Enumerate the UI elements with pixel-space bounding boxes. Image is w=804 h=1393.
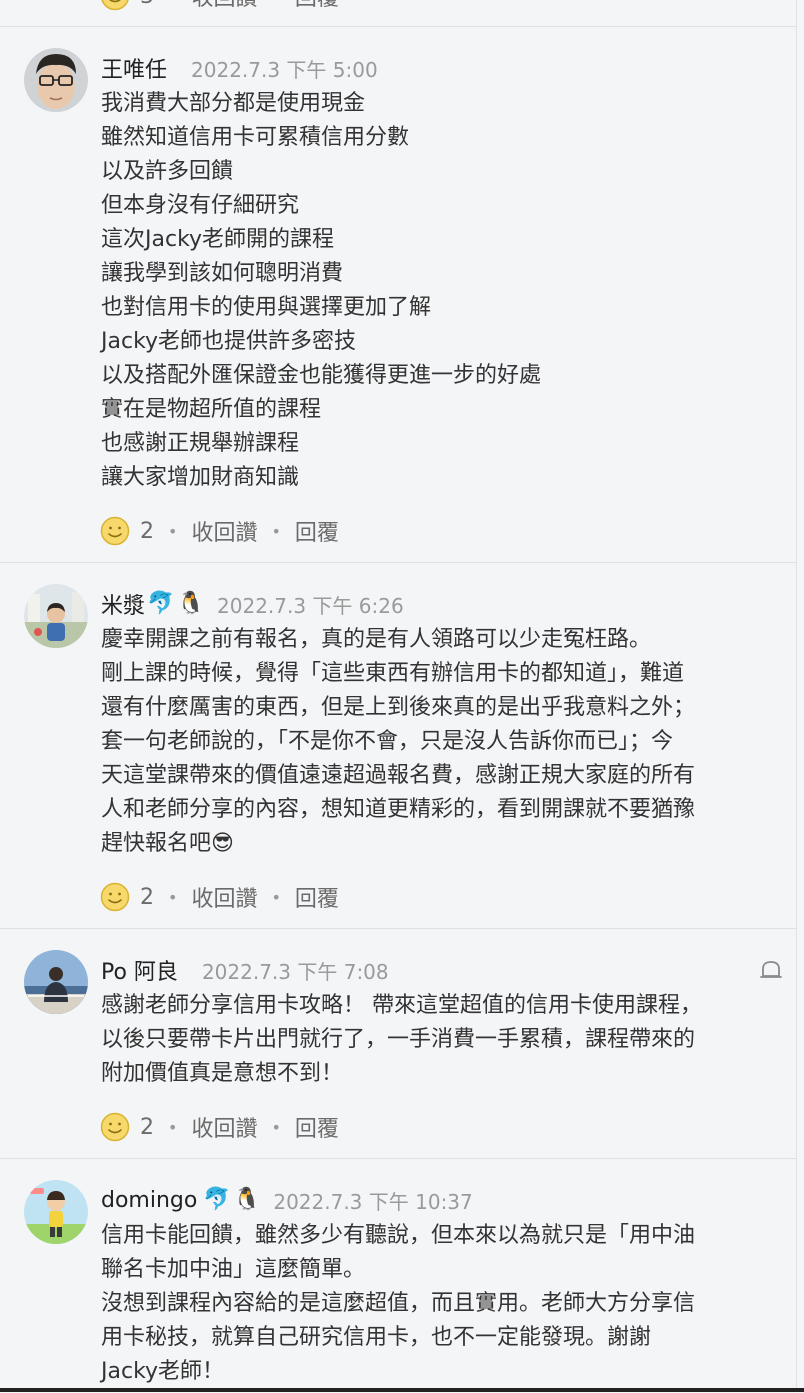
avatar[interactable] xyxy=(24,584,88,648)
separator-dot: • xyxy=(168,887,178,907)
separator-dot: • xyxy=(271,0,280,6)
comment-line: 剛上課的時候，覺得「這些東西有辦信用卡的都知道」，難道 xyxy=(101,661,685,686)
comment-body: 我消費大部分都是使用現金 雖然知道信用卡可累積信用分數 以及許多回饋 但本身沒有… xyxy=(101,87,761,495)
comment-item: Po 阿良 2022.7.3 下午 7:08 感謝老師分享信用卡攻略！ 帶來這堂… xyxy=(0,928,796,1159)
separator-dot: • xyxy=(168,1117,178,1137)
unlike-button[interactable]: 收回讚 xyxy=(191,1111,257,1143)
comment-line: 還有什麼厲害的東西，但是上到後來真的是出乎我意料之外； xyxy=(101,695,696,720)
comment-line: 用卡秘技，就算自己研究信用卡，也不一定能發現。謝謝 xyxy=(101,1325,652,1350)
comment-body: 慶幸開課之前有報名，真的是有人領路可以少走冤枉路。 剛上課的時候，覺得「這些東西… xyxy=(101,623,761,861)
author-name[interactable]: Po 阿良 xyxy=(101,954,178,986)
unlike-button[interactable]: 收回讚 xyxy=(191,881,257,913)
smiley-icon[interactable] xyxy=(100,516,130,546)
comment-actions: 2 • 收回讚 • 回覆 xyxy=(100,1111,339,1143)
comment-line: 但本身沒有仔細研究 xyxy=(101,193,300,218)
comment-line: 信用卡能回饋，雖然多少有聽說，但本來以為就只是「用中油 xyxy=(101,1223,696,1248)
separator-dot: • xyxy=(271,1117,281,1137)
reply-button[interactable]: 回覆 xyxy=(295,1111,339,1143)
comment-body: 感謝老師分享信用卡攻略！ 帶來這堂超值的信用卡使用課程， 以後只要帶卡片出門就行… xyxy=(101,989,761,1091)
author-name[interactable]: domingo xyxy=(101,1188,197,1213)
comment-line: 讓我學到該如何聰明消費 xyxy=(101,261,344,286)
smiley-icon[interactable] xyxy=(100,0,130,11)
penguin-badge-icon: 🐧 xyxy=(177,591,205,616)
like-count: 2 xyxy=(140,518,154,544)
like-count: 3 xyxy=(140,0,154,9)
reply-button[interactable]: 回覆 xyxy=(295,515,339,547)
dolphin-badge-icon: 🐬 xyxy=(203,1187,231,1212)
comment-line: 聯名卡加中油」這麼簡單。 xyxy=(101,1257,366,1282)
comment-line: 以後只要帶卡片出門就行了，一手消費一手累積，課程帶來的 xyxy=(101,1027,696,1052)
smiley-icon[interactable] xyxy=(100,882,130,912)
comment-line: 雖然知道信用卡可累積信用分數 xyxy=(101,125,410,150)
unlike-button[interactable]: 收回讚 xyxy=(191,515,257,547)
comment-line: 實在是物超所值的課程 xyxy=(101,397,322,422)
penguin-badge-icon: 🐧 xyxy=(233,1187,261,1212)
comment-line: 也對信用卡的使用與選擇更加了解 xyxy=(101,295,432,320)
comment-actions: 2 • 收回讚 • 回覆 xyxy=(100,515,339,547)
comment-line: 人和老師分享的內容，想知道更精彩的，看到開課就不要猶豫 xyxy=(101,797,696,822)
timestamp: 2022.7.3 下午 5:00 xyxy=(191,57,378,82)
comment-line: 趕快報名吧😎 xyxy=(101,831,234,856)
comment-item: 王唯任 2022.7.3 下午 5:00 我消費大部分都是使用現金 雖然知道信用… xyxy=(0,26,796,563)
author-name[interactable]: 王唯任 xyxy=(101,52,167,84)
comment-line: 以及搭配外匯保證金也能獲得更進一步的好處 xyxy=(101,363,542,388)
comment-header: 米漿 🐬 🐧 2022.7.3 下午 6:26 xyxy=(101,589,404,619)
comment-line: Jacky老師也提供許多密技 xyxy=(101,329,357,354)
bell-icon[interactable] xyxy=(758,957,784,983)
comment-line: 以及許多回饋 xyxy=(101,159,234,184)
comment-line: 套一句老師說的，「不是你不會，只是沒人告訴你而已」；今 xyxy=(101,729,674,754)
comment-body: 信用卡能回饋，雖然多少有聽說，但本來以為就只是「用中油 聯名卡加中油」這麼簡單。… xyxy=(101,1219,761,1389)
unlike-button[interactable]: 收回讚 xyxy=(191,0,257,12)
timestamp: 2022.7.3 下午 6:26 xyxy=(217,593,404,618)
comment-item: 米漿 🐬 🐧 2022.7.3 下午 6:26 慶幸開課之前有報名，真的是有人領… xyxy=(0,562,796,929)
separator-dot: • xyxy=(271,887,281,907)
bottom-edge-bar xyxy=(0,1388,804,1392)
comment-line: Jacky老師！ xyxy=(101,1359,225,1384)
comment-header: domingo 🐬 🐧 2022.7.3 下午 10:37 xyxy=(101,1185,473,1215)
dolphin-badge-icon: 🐬 xyxy=(147,591,175,616)
avatar[interactable] xyxy=(24,950,88,1014)
smiley-icon[interactable] xyxy=(100,1112,130,1142)
comment-line: 我消費大部分都是使用現金 xyxy=(101,91,366,116)
comment-item: domingo 🐬 🐧 2022.7.3 下午 10:37 信用卡能回饋，雖然多… xyxy=(0,1158,796,1393)
separator-dot: • xyxy=(168,521,178,541)
like-count: 2 xyxy=(140,884,154,910)
reply-button[interactable]: 回覆 xyxy=(295,881,339,913)
timestamp: 2022.7.3 下午 10:37 xyxy=(273,1189,473,1214)
author-name[interactable]: 米漿 xyxy=(101,588,145,620)
avatar[interactable] xyxy=(24,1180,88,1244)
like-count: 2 xyxy=(140,1114,154,1140)
comment-line: 也感謝正規舉辦課程 xyxy=(101,431,300,456)
comment-header: 王唯任 2022.7.3 下午 5:00 xyxy=(101,52,378,84)
separator-dot: • xyxy=(168,0,177,6)
separator-dot: • xyxy=(271,521,281,541)
timestamp: 2022.7.3 下午 7:08 xyxy=(201,959,389,984)
comment-line: 這次Jacky老師開的課程 xyxy=(101,227,335,252)
comment-line: 天這堂課帶來的價值遠遠超過報名費，感謝正規大家庭的所有 xyxy=(101,763,696,788)
comment-actions: 2 • 收回讚 • 回覆 xyxy=(100,881,339,913)
reply-button[interactable]: 回覆 xyxy=(295,0,339,12)
comment-line: 感謝老師分享信用卡攻略！ 帶來這堂超值的信用卡使用課程， xyxy=(101,993,702,1018)
previous-comment-actions: 3 • 收回讚 • 回覆 xyxy=(100,0,339,12)
comment-line: 沒想到課程內容給的是這麼超值，而且實用。老師大方分享信 xyxy=(101,1291,696,1316)
comment-feed: 3 • 收回讚 • 回覆 王唯任 2022.7.3 下午 5:00 我消費大部分… xyxy=(0,0,797,1392)
comment-line: 附加價值真是意想不到！ xyxy=(101,1061,344,1086)
comment-header: Po 阿良 2022.7.3 下午 7:08 xyxy=(101,954,389,986)
comment-line: 讓大家增加財商知識 xyxy=(101,465,300,490)
comment-line: 慶幸開課之前有報名，真的是有人領路可以少走冤枉路。 xyxy=(101,627,652,652)
avatar[interactable] xyxy=(24,48,88,112)
